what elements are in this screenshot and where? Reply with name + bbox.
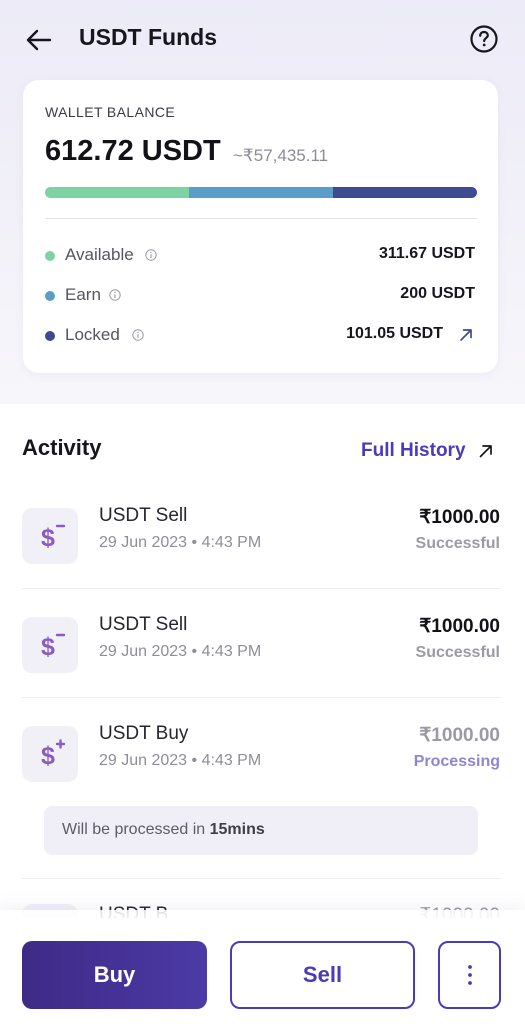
transaction-status: Successful	[415, 535, 500, 552]
wallet-balance-amount: 612.72 USDT	[45, 135, 221, 167]
more-options-button[interactable]	[438, 941, 501, 1009]
info-icon[interactable]	[132, 329, 144, 341]
available-dot	[45, 251, 55, 261]
page-title: USDT Funds	[79, 24, 217, 50]
wallet-balance-inr: ~₹57,435.11	[233, 146, 329, 165]
transaction-title: USDT Sell	[99, 505, 188, 526]
bar-segment-available	[45, 187, 189, 198]
earn-dot	[45, 291, 55, 301]
balance-distribution-bar	[45, 187, 477, 198]
locked-dot	[45, 331, 55, 341]
locked-value: 101.05 USDT	[346, 325, 443, 342]
notice-text: Will be processed in	[62, 821, 210, 838]
earn-value: 200 USDT	[400, 285, 475, 302]
transaction-amount: ₹1000.00	[419, 616, 500, 637]
transaction-divider	[22, 697, 500, 698]
arrow-up-right-icon	[479, 445, 492, 458]
transaction-title: USDT Sell	[99, 614, 188, 635]
locked-label: Locked	[65, 325, 120, 344]
dollar-minus-icon: $	[22, 617, 78, 673]
info-icon[interactable]	[145, 249, 157, 261]
transaction-date: 29 Jun 2023 • 4:43 PM	[99, 534, 262, 551]
svg-text:$: $	[41, 524, 55, 552]
more-vertical-icon	[467, 965, 472, 985]
transaction-date: 29 Jun 2023 • 4:43 PM	[99, 752, 262, 769]
full-history-link[interactable]: Full History	[361, 438, 494, 464]
processing-notice: Will be processed in 15mins	[44, 806, 478, 855]
back-button[interactable]	[20, 22, 56, 58]
transaction-amount: ₹1000.00	[419, 507, 500, 528]
full-history-label: Full History	[361, 440, 466, 461]
transaction-date: 29 Jun 2023 • 4:43 PM	[99, 643, 262, 660]
card-divider	[45, 218, 477, 219]
dollar-minus-icon: $	[22, 508, 78, 564]
bottom-action-bar: Buy Sell	[0, 910, 525, 1024]
balance-row-earn: Earn 200 USDT	[45, 284, 477, 308]
question-circle-icon	[470, 25, 498, 53]
transaction-row[interactable]: $ USDT Sell 29 Jun 2023 • 4:43 PM ₹1000.…	[0, 614, 525, 717]
transaction-divider	[22, 878, 500, 879]
transaction-status: Successful	[415, 644, 500, 661]
available-label: Available	[65, 245, 134, 264]
sell-button[interactable]: Sell	[230, 941, 415, 1009]
transaction-status: Processing	[413, 753, 500, 770]
wallet-balance-label: WALLET BALANCE	[45, 104, 176, 120]
transaction-row[interactable]: $ USDT Sell 29 Jun 2023 • 4:43 PM ₹1000.…	[0, 505, 525, 608]
info-icon[interactable]	[109, 289, 121, 301]
svg-text:$: $	[41, 633, 55, 661]
notice-highlight: 15mins	[209, 821, 265, 838]
earn-label: Earn	[65, 285, 101, 304]
app-header: USDT Funds	[0, 0, 525, 80]
available-value: 311.67 USDT	[378, 245, 475, 262]
activity-title: Activity	[22, 435, 102, 460]
help-button[interactable]	[467, 22, 501, 56]
buy-button[interactable]: Buy	[22, 941, 207, 1009]
transaction-title: USDT Buy	[99, 723, 189, 744]
wallet-balance-card: WALLET BALANCE 612.72 USDT ~₹57,435.11 A…	[23, 80, 498, 373]
bar-segment-locked	[332, 187, 477, 198]
balance-row-available: Available 311.67 USDT	[45, 244, 477, 268]
dollar-plus-icon: $	[22, 726, 78, 782]
balance-row-locked: Locked 101.05 USDT	[45, 324, 477, 348]
arrow-up-right-icon[interactable]	[457, 326, 475, 344]
arrow-left-icon	[26, 29, 52, 51]
transaction-divider	[22, 588, 500, 589]
svg-text:$: $	[41, 742, 55, 770]
bar-segment-earn	[188, 187, 333, 198]
transaction-amount: ₹1000.00	[419, 725, 500, 746]
